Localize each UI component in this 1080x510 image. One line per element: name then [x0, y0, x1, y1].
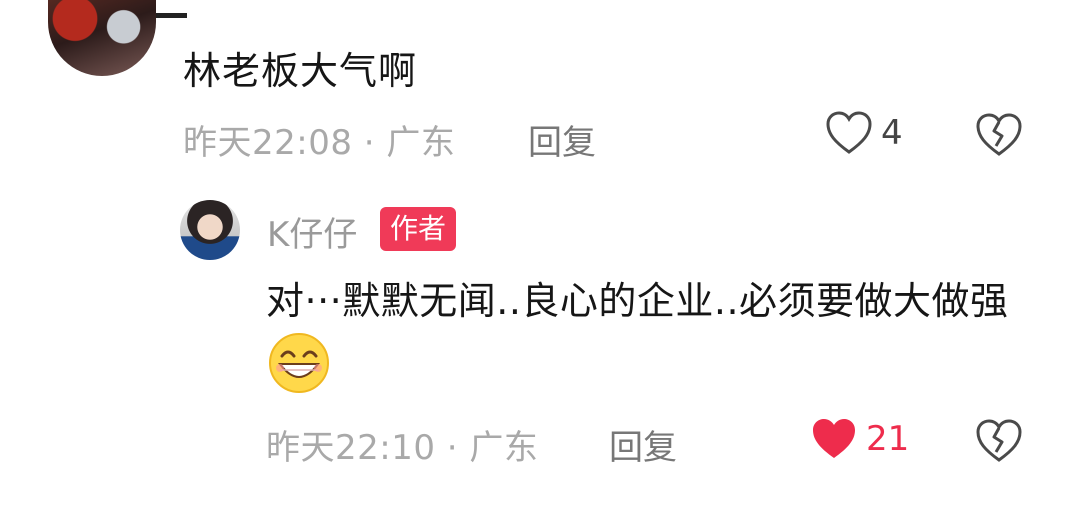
comment-text: 对···默默无闻..良心的企业..必须要做大做强: [266, 270, 1056, 412]
broken-heart-icon[interactable]: [975, 112, 1023, 158]
like-count: 4: [881, 113, 903, 153]
reply-button[interactable]: 回复: [528, 115, 596, 164]
comment-meta: 昨天22:10 · 广东: [266, 428, 539, 468]
comment-text: 林老板大气啊: [183, 49, 418, 93]
comment-text-body: 对···默默无闻..良心的企业..必须要做大做强: [266, 279, 1009, 323]
avatar[interactable]: [48, 0, 156, 76]
broken-heart-icon[interactable]: [975, 418, 1023, 464]
avatar[interactable]: [180, 200, 240, 260]
like-button[interactable]: 21: [810, 416, 909, 462]
like-button[interactable]: 4: [825, 110, 903, 156]
heart-outline-icon: [826, 111, 872, 154]
heart-filled-icon: [813, 419, 855, 458]
author-name[interactable]: K仔仔: [267, 207, 357, 256]
comment-meta: 昨天22:08 · 广东: [183, 123, 456, 163]
grinning-face-emoji: [268, 332, 330, 412]
author-badge: 作者: [380, 207, 457, 251]
reply-button[interactable]: 回复: [609, 420, 677, 469]
like-count: 21: [866, 419, 910, 459]
